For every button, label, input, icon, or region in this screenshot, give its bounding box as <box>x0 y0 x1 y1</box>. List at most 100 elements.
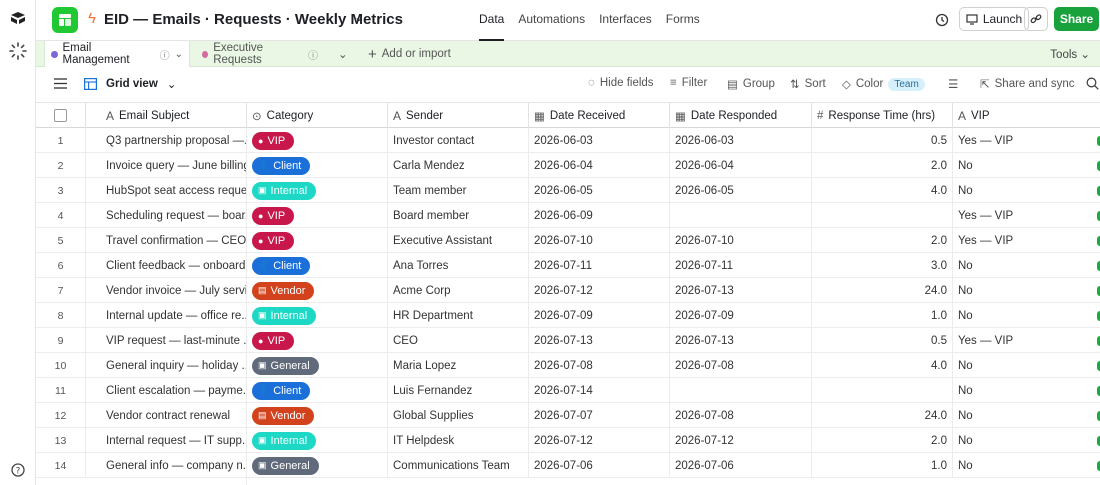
cell-email-subject[interactable]: Client feedback — onboard... <box>86 253 247 278</box>
more-tables-chevron-icon[interactable]: ⌄ <box>332 41 354 67</box>
cell-date-responded[interactable]: 2026-07-08 <box>670 403 812 428</box>
cell-date-responded[interactable]: 2026-07-10 <box>670 228 812 253</box>
help-icon[interactable]: ? <box>8 460 28 480</box>
cell-response-time[interactable] <box>812 203 953 228</box>
cell-response-time[interactable]: 2.0 <box>812 153 953 178</box>
cell-category[interactable]: 👤 Client <box>247 378 388 403</box>
row-number[interactable]: 5 <box>36 228 86 253</box>
cell-category[interactable]: ▣ Internal <box>247 178 388 203</box>
cell-vip[interactable]: Yes — VIP <box>953 328 1100 353</box>
column-header-response-time[interactable]: # Response Time (hrs) <box>812 103 953 128</box>
tab-automations[interactable]: Automations <box>518 12 585 41</box>
hide-fields-button[interactable]: ◌ Hide fields <box>588 77 654 89</box>
cell-email-subject[interactable]: General inquiry — holiday ... <box>86 353 247 378</box>
column-header-email-subject[interactable]: A Email Subject <box>86 103 247 128</box>
cell-email-subject[interactable]: Q3 partnership proposal —... <box>86 128 247 153</box>
search-icon[interactable] <box>1086 77 1099 90</box>
cell-sender[interactable]: Acme Corp <box>388 278 529 303</box>
cell-email-subject[interactable]: VIP request — last-minute ... <box>86 328 247 353</box>
cell-date-received[interactable]: 2026-06-09 <box>529 203 670 228</box>
cell-sender[interactable]: Team member <box>388 178 529 203</box>
group-button[interactable]: ▤ Group <box>727 77 775 91</box>
cell-vip[interactable]: No <box>953 428 1100 453</box>
cell-date-received[interactable]: 2026-07-11 <box>529 253 670 278</box>
cell-sender[interactable]: Maria Lopez <box>388 353 529 378</box>
row-number[interactable]: 4 <box>36 203 86 228</box>
row-number[interactable]: 2 <box>36 153 86 178</box>
cell-category[interactable]: ▤ Vendor <box>247 403 388 428</box>
cell-sender[interactable]: HR Department <box>388 303 529 328</box>
cell-category[interactable]: ▣ Internal <box>247 428 388 453</box>
cell-date-responded[interactable]: 2026-07-09 <box>670 303 812 328</box>
cell-date-responded[interactable]: 2026-07-13 <box>670 328 812 353</box>
cell-date-received[interactable]: 2026-07-06 <box>529 453 670 478</box>
row-number[interactable]: 7 <box>36 278 86 303</box>
table-row[interactable]: 9 VIP request — last-minute ... ● VIP CEO 202… <box>36 328 1100 353</box>
table-tab-executive-requests[interactable]: Executive Requests ⓘ <box>196 41 324 67</box>
cell-vip[interactable]: No <box>953 453 1100 478</box>
info-icon[interactable]: ⓘ <box>308 47 318 62</box>
cell-email-subject[interactable]: Invoice query — June billing <box>86 153 247 178</box>
row-number[interactable]: 1 <box>36 128 86 153</box>
launch-button[interactable]: Launch <box>959 7 1029 31</box>
cell-date-received[interactable]: 2026-07-10 <box>529 228 670 253</box>
cell-date-received[interactable]: 2026-06-05 <box>529 178 670 203</box>
table-row[interactable]: 12 Vendor contract renewal ▤ Vendor Global S… <box>36 403 1100 428</box>
cell-date-responded[interactable]: 2026-07-13 <box>670 278 812 303</box>
cell-vip[interactable]: Yes — VIP <box>953 128 1100 153</box>
table-row[interactable]: 10 General inquiry — holiday ... ▣ General M… <box>36 353 1100 378</box>
column-header-category[interactable]: ⊙ Category <box>247 103 388 128</box>
cell-vip[interactable]: Yes — VIP <box>953 203 1100 228</box>
table-row[interactable]: 2 Invoice query — June billing 👤 Client Carl… <box>36 153 1100 178</box>
cell-category[interactable]: 👤 Client <box>247 253 388 278</box>
cell-sender[interactable]: IT Helpdesk <box>388 428 529 453</box>
cell-email-subject[interactable]: Internal update — office re... <box>86 303 247 328</box>
share-button[interactable]: Share <box>1054 7 1099 31</box>
table-row[interactable]: 3 HubSpot seat access request ▣ Internal Tea… <box>36 178 1100 203</box>
row-number[interactable]: 6 <box>36 253 86 278</box>
cell-vip[interactable]: No <box>953 378 1100 403</box>
cell-date-received[interactable]: 2026-07-09 <box>529 303 670 328</box>
cell-date-responded[interactable]: 2026-07-08 <box>670 353 812 378</box>
cell-response-time[interactable]: 3.0 <box>812 253 953 278</box>
table-row[interactable]: 1 Q3 partnership proposal —... ● VIP Investo… <box>36 128 1100 153</box>
row-number[interactable]: 13 <box>36 428 86 453</box>
cell-vip[interactable]: No <box>953 278 1100 303</box>
tab-interfaces[interactable]: Interfaces <box>599 12 652 41</box>
cell-email-subject[interactable]: Internal request — IT supp... <box>86 428 247 453</box>
chevron-down-icon[interactable]: ⌄ <box>175 49 183 60</box>
cell-response-time[interactable]: 2.0 <box>812 228 953 253</box>
table-row[interactable]: 7 Vendor invoice — July servi... ▤ Vendor Ac… <box>36 278 1100 303</box>
cell-vip[interactable]: No <box>953 403 1100 428</box>
cell-category[interactable]: 👤 Client <box>247 153 388 178</box>
cell-sender[interactable]: CEO <box>388 328 529 353</box>
cell-response-time[interactable]: 24.0 <box>812 278 953 303</box>
cell-sender[interactable]: Communications Team <box>388 453 529 478</box>
copy-link-button[interactable] <box>1024 7 1048 31</box>
table-row[interactable]: 11 Client escalation — payme... 👤 Client Lui… <box>36 378 1100 403</box>
table-row[interactable]: 8 Internal update — office re... ▣ Internal… <box>36 303 1100 328</box>
table-row[interactable]: 13 Internal request — IT supp... ▣ Internal… <box>36 428 1100 453</box>
cell-date-responded[interactable]: 2026-06-03 <box>670 128 812 153</box>
cell-date-received[interactable]: 2026-07-14 <box>529 378 670 403</box>
share-and-sync-button[interactable]: ⇱ Share and sync <box>980 77 1075 91</box>
cell-category[interactable]: ● VIP <box>247 128 388 153</box>
cell-response-time[interactable]: 0.5 <box>812 328 953 353</box>
tab-forms[interactable]: Forms <box>666 12 700 41</box>
cell-date-responded[interactable]: 2026-06-05 <box>670 178 812 203</box>
row-number[interactable]: 9 <box>36 328 86 353</box>
cell-email-subject[interactable]: HubSpot seat access request <box>86 178 247 203</box>
info-icon[interactable]: ⓘ <box>160 47 170 62</box>
sort-button[interactable]: ⇅ Sort <box>790 77 826 91</box>
menu-icon[interactable] <box>54 78 67 89</box>
cell-email-subject[interactable]: Travel confirmation — CEO... <box>86 228 247 253</box>
table-tab-email-management[interactable]: Email Management ⓘ ⌄ <box>44 41 190 67</box>
cell-sender[interactable]: Luis Fernandez <box>388 378 529 403</box>
airtable-home-icon[interactable] <box>8 8 28 28</box>
cell-date-responded[interactable]: 2026-07-06 <box>670 453 812 478</box>
cell-date-received[interactable]: 2026-07-12 <box>529 278 670 303</box>
chevron-down-icon[interactable]: ⌄ <box>354 10 364 24</box>
cell-sender[interactable]: Global Supplies <box>388 403 529 428</box>
cell-date-responded[interactable]: 2026-07-12 <box>670 428 812 453</box>
column-header-date-received[interactable]: ▦ Date Received <box>529 103 670 128</box>
